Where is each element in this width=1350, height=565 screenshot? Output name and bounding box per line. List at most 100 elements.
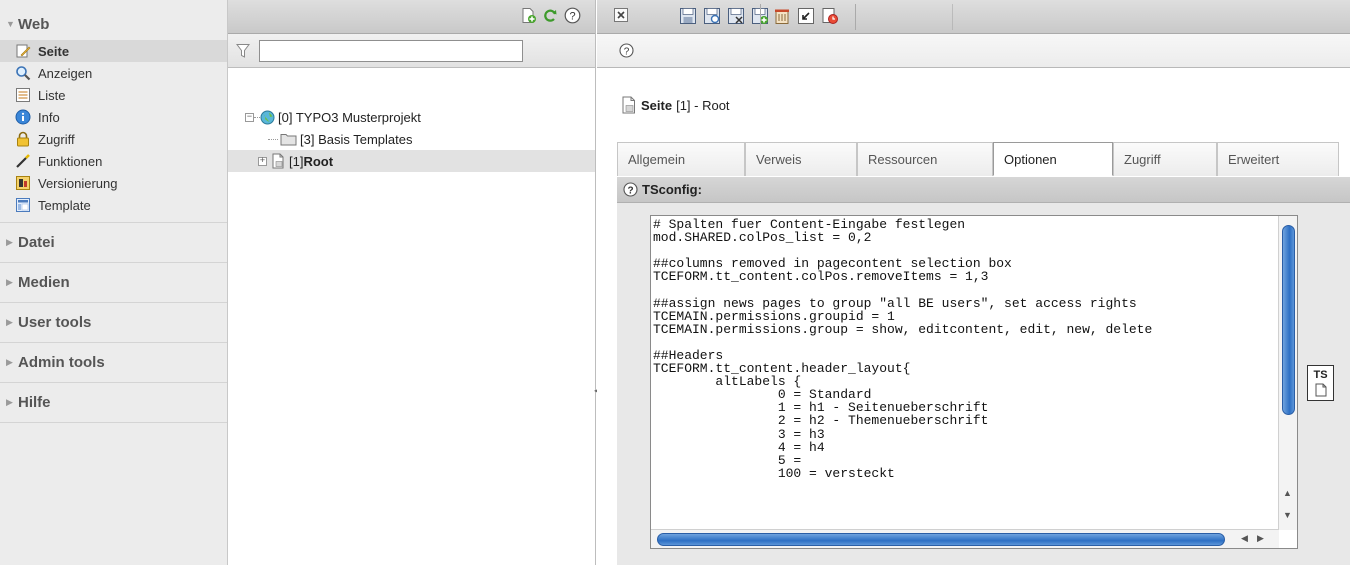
delete-icon[interactable] (773, 7, 791, 25)
tsconfig-line: ##assign news pages to group "all BE use… (653, 295, 1137, 311)
horizontal-scrollbar[interactable]: ◀ ▶ (651, 529, 1279, 548)
page-edit-icon (14, 43, 32, 59)
filter-funnel-icon (236, 43, 250, 59)
save-icon[interactable] (679, 7, 697, 25)
save-and-close-icon[interactable] (727, 7, 745, 25)
collapsed-triangle-icon: ▶ (6, 237, 13, 247)
tsconfig-textarea[interactable]: # Spalten fuer Content-Eingabe festlegen… (650, 215, 1298, 549)
tab-label: Verweis (756, 152, 802, 167)
lock-icon (14, 131, 32, 147)
tab-optionen[interactable]: Optionen (993, 142, 1113, 176)
tab-zugriff[interactable]: Zugriff (1113, 142, 1217, 176)
tsconfig-section-header: ? TSconfig: (617, 177, 1350, 203)
module-item-zugriff[interactable]: Zugriff (0, 128, 227, 150)
tsconfig-line: 3 = h3 (653, 426, 825, 442)
tab-label: Allgemein (628, 152, 686, 167)
tree-filter-input[interactable] (259, 40, 523, 62)
tree-filter-bar (228, 34, 595, 68)
toolbar-separator (952, 4, 953, 30)
module-item-versionierung[interactable]: Versionierung (0, 172, 227, 194)
tab-allgemein[interactable]: Allgemein (617, 142, 745, 176)
svg-text:?: ? (569, 11, 575, 23)
section-medien[interactable]: ▶ Medien (0, 263, 227, 303)
record-tabs: Allgemein Verweis Ressourcen Optionen Zu… (617, 142, 1339, 176)
versioning-icon (14, 175, 32, 191)
module-item-funktionen[interactable]: Funktionen (0, 150, 227, 172)
wand-icon (14, 153, 32, 169)
module-item-template[interactable]: Template (0, 194, 227, 216)
close-icon[interactable] (613, 7, 629, 23)
tree-node-basis-templates[interactable]: [3] Basis Templates (228, 128, 595, 150)
svg-text:?: ? (624, 46, 630, 57)
collapsed-triangle-icon: ▶ (6, 277, 13, 287)
tab-label: Optionen (1004, 151, 1057, 167)
template-icon (14, 197, 32, 213)
module-item-label: Liste (38, 87, 66, 103)
section-user-tools[interactable]: ▶ User tools (0, 303, 227, 343)
new-page-icon[interactable] (520, 7, 537, 24)
tsconfig-line: 4 = h4 (653, 439, 825, 455)
scroll-down-arrow-icon[interactable]: ▼ (1283, 510, 1292, 520)
tsconfig-line: 5 = (653, 452, 802, 468)
document-toolbar (597, 0, 1350, 34)
section-label: Admin tools (18, 354, 105, 371)
module-menu: ▼ Web Seite Anzeigen Liste Info Zugriff … (0, 0, 228, 565)
scroll-up-arrow-icon[interactable]: ▲ (1283, 488, 1292, 498)
tree-node-label: [0] TYPO3 Musterprojekt (278, 109, 421, 125)
page-icon (271, 153, 286, 169)
tab-erweitert[interactable]: Erweitert (1217, 142, 1339, 176)
tsconfig-line: 2 = h2 - Themenueberschrift (653, 413, 989, 429)
tree-node-root[interactable]: + [1] Root (228, 150, 595, 172)
section-admin-tools[interactable]: ▶ Admin tools (0, 343, 227, 383)
tab-ressourcen[interactable]: Ressourcen (857, 142, 993, 176)
magnifier-icon (14, 65, 32, 81)
module-item-label: Template (38, 197, 91, 213)
expand-toggle-icon[interactable]: + (258, 156, 267, 166)
tree-node-label-bold: Root (303, 153, 334, 169)
tree-node-root-project[interactable]: − [0] TYPO3 Musterprojekt (228, 106, 595, 128)
section-hilfe[interactable]: ▶ Hilfe (0, 383, 227, 423)
module-item-liste[interactable]: Liste (0, 84, 227, 106)
scroll-right-arrow-icon[interactable]: ▶ (1257, 533, 1264, 544)
section-title: TSconfig: (642, 182, 702, 197)
section-datei[interactable]: ▶ Datei (0, 223, 227, 263)
page-tree-panel: ? − [0] TYPO3 Musterprojekt [3] Basis Te… (228, 0, 596, 565)
tab-label: Erweitert (1228, 152, 1280, 167)
help-icon[interactable]: ? (623, 182, 638, 197)
tsconfig-line (653, 283, 1279, 296)
module-item-label: Versionierung (38, 175, 118, 191)
tsconfig-line: TCEMAIN.permissions.groupid = 1 (653, 308, 895, 324)
module-item-label: Zugriff (38, 131, 75, 147)
module-item-label: Funktionen (38, 153, 103, 169)
vertical-scrollbar[interactable]: ▲ ▼ (1278, 216, 1297, 530)
module-item-anzeigen[interactable]: Anzeigen (0, 62, 227, 84)
help-icon[interactable]: ? (564, 7, 581, 24)
module-item-info[interactable]: Info (0, 106, 227, 128)
tree-node-label: [3] Basis Templates (300, 131, 413, 147)
tsconfig-text[interactable]: # Spalten fuer Content-Eingabe festlegen… (651, 216, 1279, 530)
refresh-icon[interactable] (542, 7, 559, 24)
module-item-seite[interactable]: Seite (0, 40, 227, 62)
collapse-toggle-icon[interactable]: − (245, 112, 254, 122)
collapsed-triangle-icon: ▶ (6, 317, 13, 327)
section-web-label: Web (18, 15, 50, 33)
vertical-scroll-thumb[interactable] (1282, 225, 1295, 415)
document-subtoolbar: ? (597, 34, 1350, 68)
tab-label: Ressourcen (868, 152, 938, 167)
tree-body: − [0] TYPO3 Musterprojekt [3] Basis Temp… (228, 68, 595, 172)
tab-verweis[interactable]: Verweis (745, 142, 857, 176)
ts-editor-button[interactable]: TS (1307, 365, 1334, 401)
svg-text:?: ? (627, 185, 633, 196)
module-item-label: Seite (38, 43, 70, 59)
undo-icon[interactable] (797, 7, 815, 25)
save-and-view-icon[interactable] (703, 7, 721, 25)
history-icon[interactable] (821, 7, 839, 25)
scroll-left-arrow-icon[interactable]: ◀ (1241, 533, 1248, 544)
collapsed-triangle-icon: ▶ (6, 397, 13, 407)
horizontal-scroll-thumb[interactable] (657, 533, 1225, 546)
help-icon[interactable]: ? (619, 43, 634, 58)
collapsed-triangle-icon: ▶ (6, 357, 13, 367)
section-web[interactable]: ▼ Web (0, 0, 227, 40)
globe-icon (260, 110, 275, 125)
toolbar-separator (760, 4, 761, 30)
